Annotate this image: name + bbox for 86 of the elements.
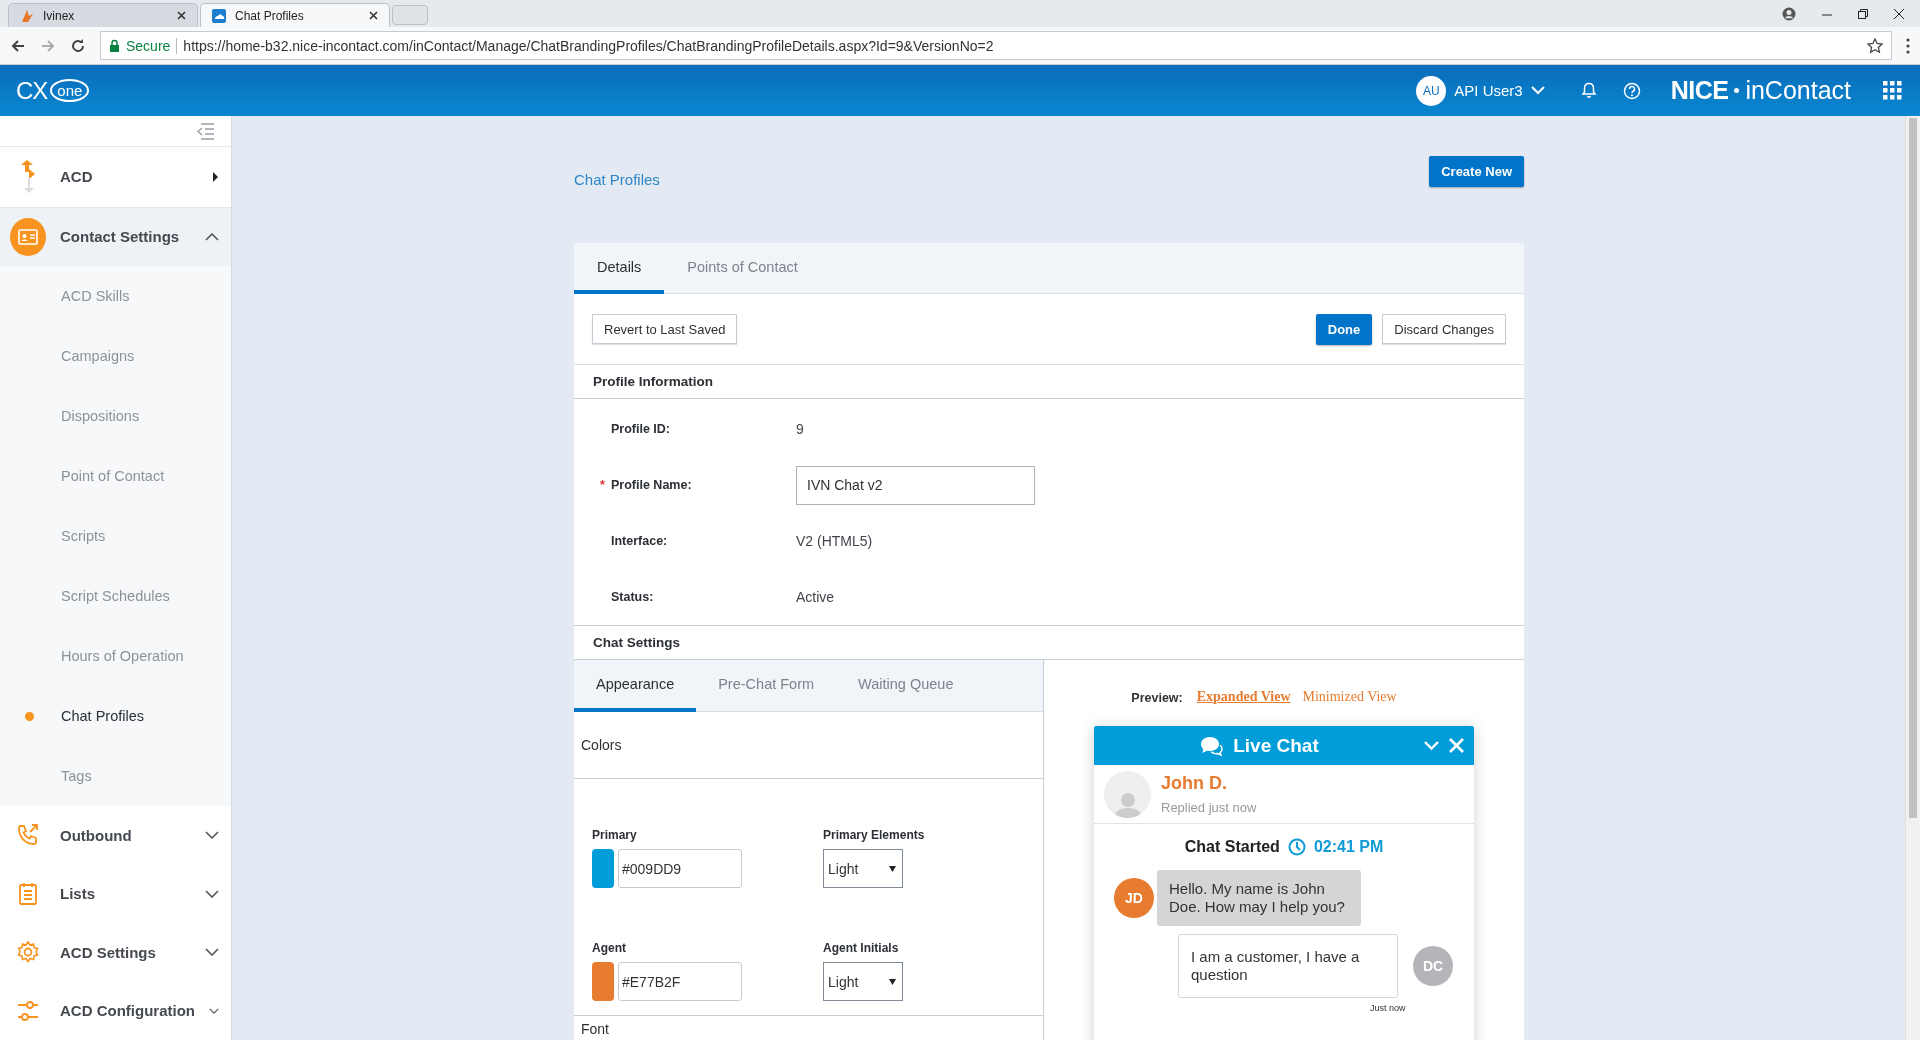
agent-message: Hello. My name is John Doe. How may I help you? bbox=[1157, 870, 1361, 926]
chevron-down-icon[interactable] bbox=[1530, 86, 1545, 95]
address-bar[interactable]: Secure https://home-b32.nice-incontact.com/inContact/Manage/ChatBrandingProfiles/ChatBrandingProfileDetails.aspx?Id=9&VersionNo=2 bbox=[100, 31, 1892, 60]
tab[interactable]: Points of Contact bbox=[664, 243, 821, 294]
tab[interactable]: Waiting Queue bbox=[836, 660, 976, 712]
section-heading: Font bbox=[581, 1021, 609, 1037]
close-icon[interactable] bbox=[368, 10, 379, 21]
initials-avatar: JD bbox=[1114, 878, 1154, 918]
avatar-placeholder bbox=[1104, 770, 1151, 818]
bell-icon[interactable] bbox=[1580, 82, 1597, 99]
required-mark: * bbox=[600, 478, 606, 492]
caret-down-icon bbox=[889, 865, 896, 872]
cxone-logo: CX one bbox=[16, 76, 90, 105]
browser-tab[interactable]: Ivinex bbox=[8, 3, 198, 27]
restore-icon[interactable] bbox=[1858, 8, 1868, 19]
star-icon[interactable] bbox=[1867, 37, 1883, 54]
nav-subitem[interactable]: Chat Profiles bbox=[0, 686, 231, 747]
phone-icon bbox=[16, 823, 40, 848]
caret-right-icon bbox=[212, 170, 219, 183]
field-label: Agent Initials bbox=[823, 940, 900, 957]
chat-started-label: Chat Started bbox=[1184, 838, 1280, 856]
revert-button[interactable]: Revert to Last Saved bbox=[592, 314, 738, 344]
field-label: Primary Elements bbox=[823, 827, 925, 844]
color-swatch[interactable] bbox=[592, 962, 614, 1001]
back-icon[interactable] bbox=[10, 37, 26, 54]
customer-message: I am a customer, I have a question bbox=[1178, 934, 1398, 998]
section-title: Profile Information bbox=[574, 365, 1524, 399]
message-time: Just now bbox=[1370, 1003, 1407, 1013]
caret-down-icon bbox=[889, 978, 896, 985]
nav-item[interactable]: Outbound bbox=[0, 806, 231, 865]
color-swatch[interactable] bbox=[592, 849, 614, 888]
reload-icon[interactable] bbox=[70, 37, 86, 54]
close-icon[interactable] bbox=[1894, 8, 1904, 19]
chat-bubbles-icon bbox=[1199, 735, 1224, 756]
close-icon[interactable] bbox=[176, 10, 187, 21]
nav-item[interactable]: ACD Settings bbox=[0, 923, 231, 982]
nav-item[interactable]: Lists bbox=[0, 864, 231, 924]
theme-dropdown[interactable]: Light bbox=[823, 849, 903, 888]
user-avatar[interactable]: AU bbox=[1416, 75, 1447, 106]
theme-dropdown[interactable]: Light bbox=[823, 962, 903, 1001]
chat-start-time: 02:41 PM bbox=[1313, 838, 1384, 856]
lock-icon bbox=[109, 38, 120, 53]
tab[interactable]: Details bbox=[574, 243, 665, 294]
field-value: Active bbox=[796, 589, 835, 605]
field-value: V2 (HTML5) bbox=[796, 533, 873, 549]
done-button[interactable]: Done bbox=[1315, 313, 1373, 345]
sliders-icon bbox=[16, 998, 40, 1023]
profile-icon[interactable] bbox=[1782, 6, 1796, 21]
colors-heading: Colors bbox=[581, 737, 622, 753]
browser-tab[interactable]: Chat Profiles bbox=[200, 3, 390, 27]
menu-icon[interactable] bbox=[1906, 37, 1910, 54]
user-name[interactable]: API User3 bbox=[1454, 82, 1523, 99]
url-text: https://home-b32.nice-incontact.com/inContact/Manage/ChatBrandingProfiles/ChatBrandingProfileDetails.aspx?Id=9&VersionNo=2 bbox=[183, 37, 994, 54]
agent-status: Replied just now bbox=[1161, 800, 1257, 815]
cloud-icon bbox=[211, 7, 227, 24]
preview-label: Preview: bbox=[1131, 691, 1183, 705]
contact-card-icon bbox=[10, 217, 46, 256]
color-input[interactable]: #E77B2F bbox=[618, 962, 742, 1001]
nav-item[interactable]: ACD bbox=[0, 147, 231, 208]
create-new-button[interactable]: Create New bbox=[1429, 156, 1524, 187]
field-label: Profile ID: bbox=[611, 422, 671, 436]
secure-label: Secure bbox=[126, 37, 171, 54]
brand-logo: NICE inContact bbox=[1670, 76, 1851, 105]
chevron-down-icon[interactable] bbox=[1424, 740, 1439, 751]
field-label: Primary bbox=[592, 827, 638, 844]
nav-item[interactable]: ACD Configuration bbox=[0, 981, 231, 1040]
profile-name-input[interactable]: IVN Chat v2 bbox=[796, 465, 1035, 505]
clipboard-list-icon bbox=[16, 881, 40, 906]
field-label: Interface: bbox=[611, 534, 668, 548]
gear-icon bbox=[16, 940, 40, 965]
field-value: 9 bbox=[796, 421, 804, 437]
initials-avatar: DC bbox=[1413, 946, 1453, 986]
color-input[interactable]: #009DD9 bbox=[618, 849, 742, 888]
widget-title: Live Chat bbox=[1233, 734, 1319, 757]
field-label: Agent bbox=[592, 940, 627, 957]
tab[interactable]: Appearance bbox=[574, 660, 697, 712]
scrollbar[interactable] bbox=[1909, 118, 1917, 818]
help-icon[interactable] bbox=[1622, 81, 1641, 100]
field-label: Profile Name: bbox=[611, 478, 692, 492]
app-grid-icon[interactable] bbox=[1883, 81, 1902, 100]
discard-changes-button[interactable]: Discard Changes bbox=[1382, 314, 1506, 344]
field-label: Status: bbox=[611, 590, 654, 604]
clock-icon bbox=[1287, 838, 1306, 856]
nav-item[interactable]: Contact Settings bbox=[0, 207, 231, 267]
agent-name: John D. bbox=[1161, 773, 1228, 794]
selected-dot bbox=[25, 711, 34, 721]
